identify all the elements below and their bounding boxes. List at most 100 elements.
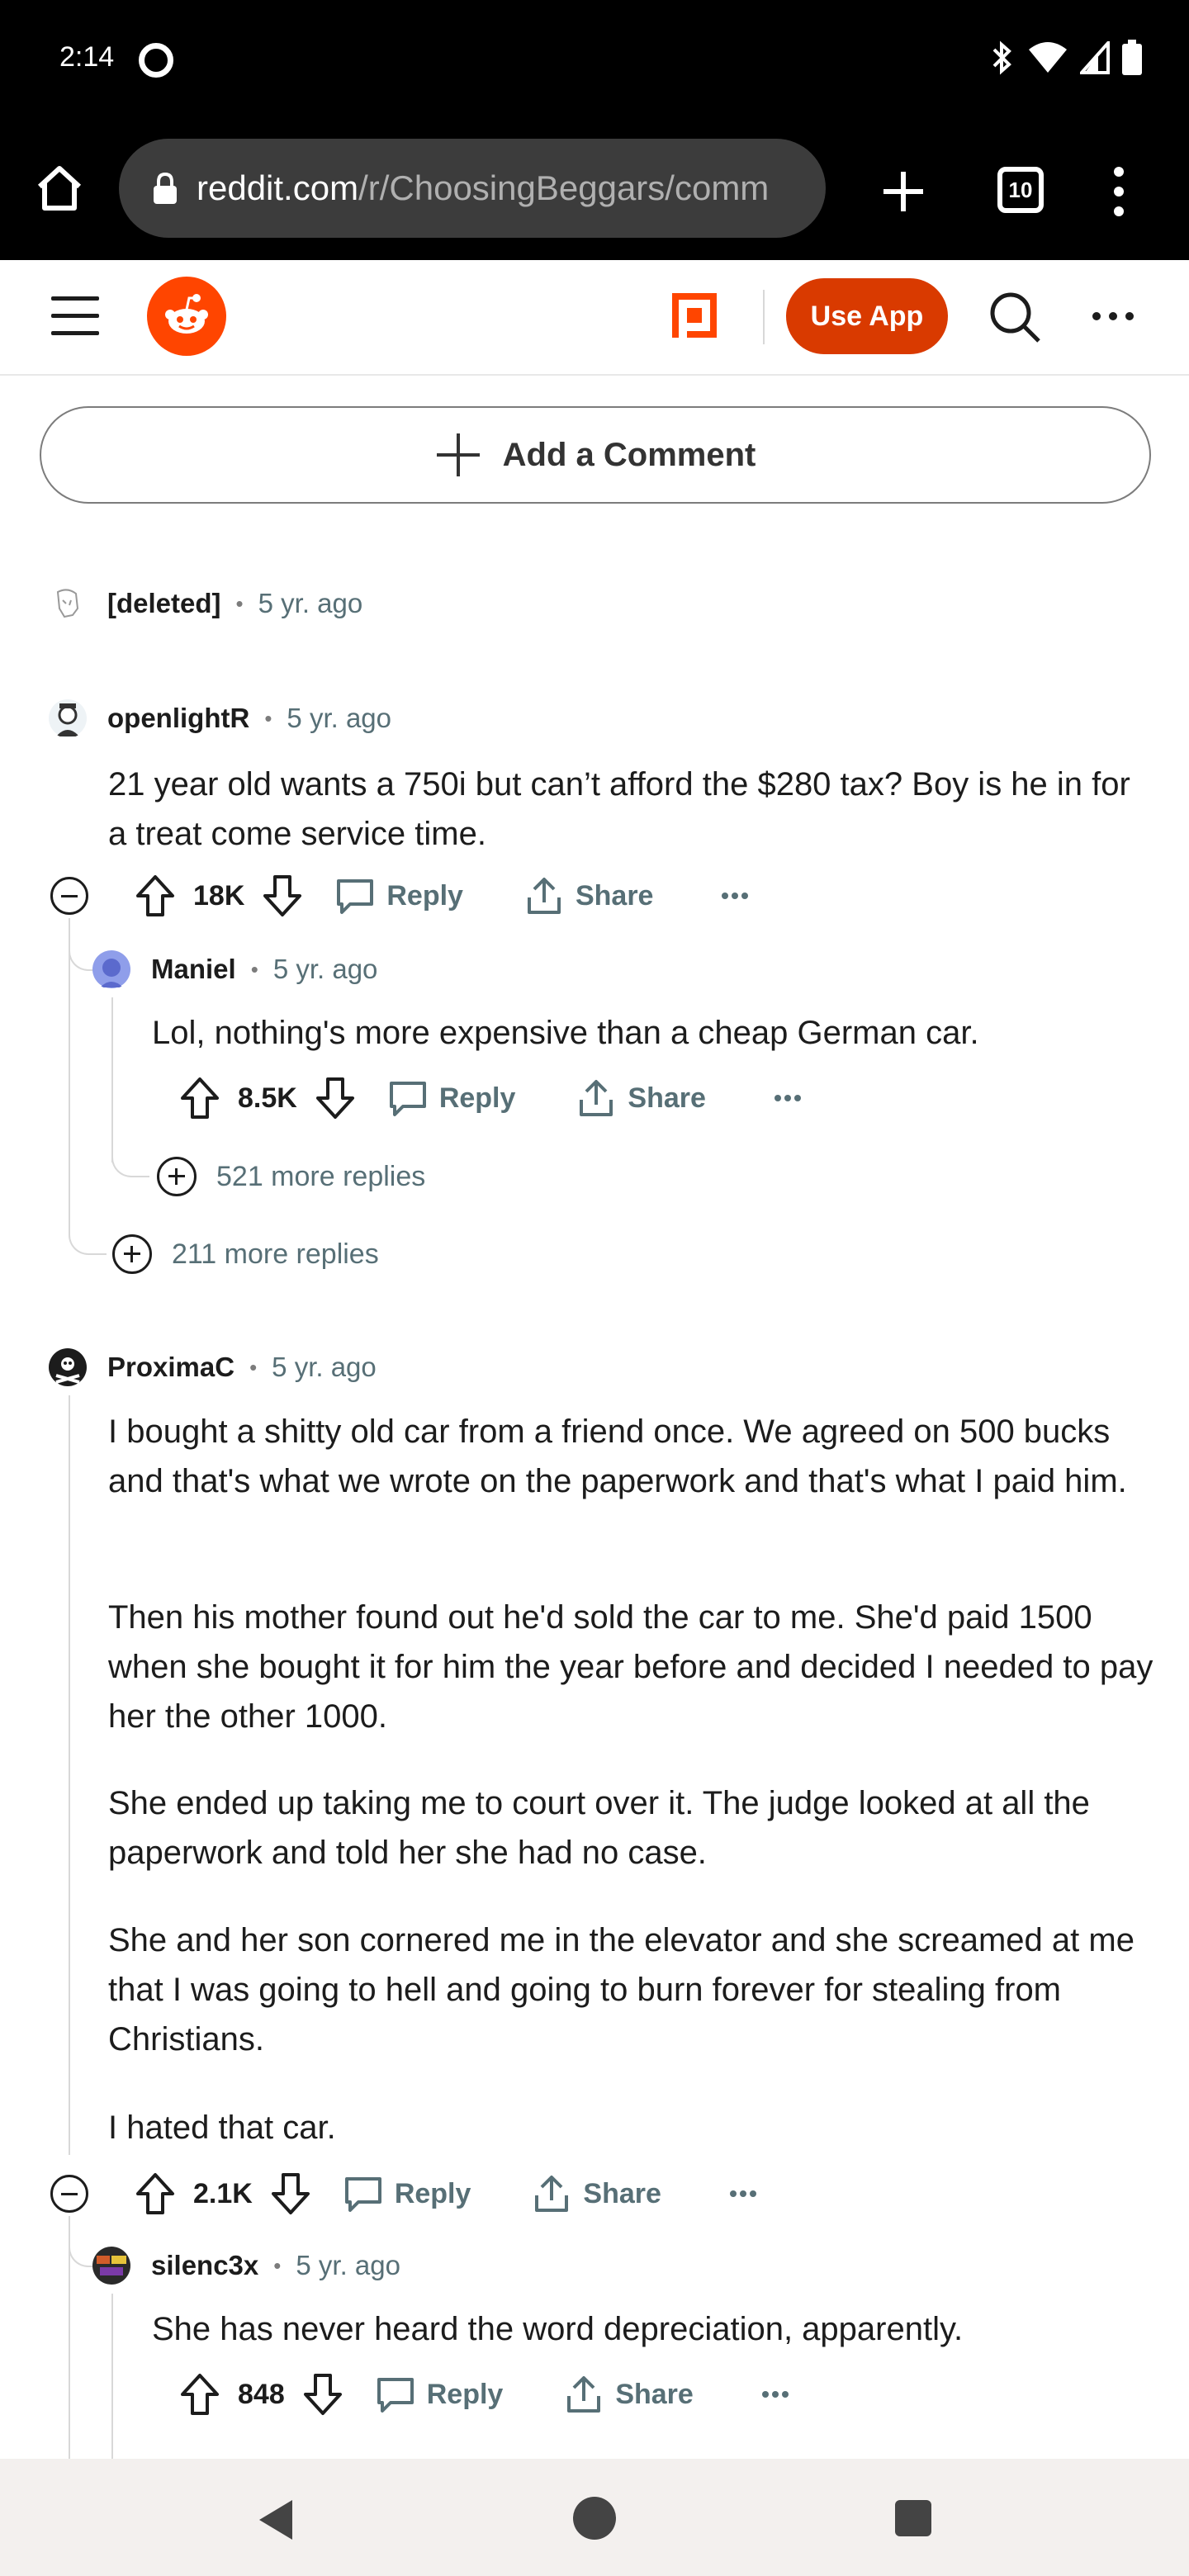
url-path: /r/ChoosingBeggars/comm	[358, 168, 770, 207]
share-icon	[527, 878, 561, 914]
comment-author[interactable]: [deleted]	[107, 588, 221, 619]
vote-score: 848	[238, 2378, 285, 2410]
address-bar[interactable]: reddit.com/r/ChoosingBeggars/comm	[119, 139, 826, 238]
share-icon	[535, 2176, 569, 2212]
new-tab-plus-icon[interactable]	[879, 167, 928, 216]
reply-icon	[337, 879, 374, 914]
status-time: 2:14	[59, 41, 115, 73]
home-icon[interactable]	[33, 162, 86, 215]
vote-score: 2.1K	[193, 2177, 253, 2209]
share-icon	[567, 2376, 601, 2413]
battery-icon	[1122, 40, 1142, 75]
back-nav-icon[interactable]	[256, 2498, 296, 2541]
comment-header: Maniel • 5 yr. ago	[92, 949, 377, 989]
comment-more-icon[interactable]	[729, 2190, 757, 2198]
browser-menu-icon[interactable]	[1106, 165, 1131, 218]
share-button[interactable]: Share	[564, 2375, 694, 2414]
thread-curve	[69, 1205, 107, 1255]
hamburger-menu-icon[interactable]	[51, 296, 99, 336]
share-button[interactable]: Share	[576, 1078, 706, 1118]
share-label: Share	[575, 879, 654, 912]
tab-switcher-button[interactable]: 10	[997, 167, 1044, 213]
vote-score: 8.5K	[238, 1082, 297, 1114]
add-comment-button[interactable]: Add a Comment	[40, 406, 1151, 504]
comment-age: 5 yr. ago	[296, 2250, 400, 2280]
search-icon[interactable]	[988, 290, 1042, 344]
comment-more-icon[interactable]	[774, 1094, 802, 1102]
comment-paragraph: I hated that car.	[108, 2110, 336, 2146]
reply-button[interactable]: Reply	[335, 876, 463, 916]
comment-actions: 848 Reply Share	[180, 2370, 789, 2419]
downvote-icon[interactable]	[315, 1077, 355, 1120]
reply-icon	[377, 2378, 414, 2413]
comment-age: 5 yr. ago	[272, 954, 378, 984]
comment-body: Lol, nothing's more expensive than a che…	[152, 1015, 979, 1051]
use-app-button[interactable]: Use App	[786, 278, 948, 354]
share-button[interactable]: Share	[532, 2174, 661, 2214]
user-avatar-icon	[49, 1348, 87, 1386]
reply-icon	[344, 2177, 381, 2212]
comment-actions: 2.1K Reply Share	[135, 2169, 757, 2218]
share-icon	[580, 1080, 613, 1116]
more-replies-label: 521 more replies	[216, 1160, 426, 1192]
collapse-thread-icon[interactable]	[50, 2175, 88, 2213]
reply-button[interactable]: Reply	[388, 1078, 516, 1118]
popular-icon[interactable]	[669, 290, 720, 341]
url-domain: reddit.com	[197, 168, 359, 207]
comment-paragraph: Then his mother found out he'd sold the …	[108, 1599, 1153, 1735]
comment-author[interactable]: silenc3x	[151, 2250, 258, 2281]
comment-paragraph: She ended up taking me to court over it.…	[108, 1785, 1090, 1871]
share-label: Share	[615, 2378, 694, 2410]
comment-author[interactable]: openlightR	[107, 703, 249, 734]
thread-line	[111, 997, 113, 1163]
home-nav-icon[interactable]	[573, 2497, 616, 2540]
thread-line	[69, 918, 70, 1232]
thread-curve	[69, 925, 93, 971]
comment-more-icon[interactable]	[761, 2390, 789, 2398]
comment-actions: 8.5K Reply Share	[180, 1073, 802, 1123]
upvote-icon[interactable]	[135, 874, 175, 917]
more-replies-label: 211 more replies	[172, 1238, 379, 1270]
comment-age: 5 yr. ago	[287, 703, 392, 733]
downvote-icon[interactable]	[303, 2373, 343, 2416]
reddit-logo-icon[interactable]	[147, 277, 226, 356]
comment-more-icon[interactable]	[721, 892, 749, 900]
comment-age: 5 yr. ago	[272, 1352, 377, 1382]
upvote-icon[interactable]	[135, 2172, 175, 2215]
reddit-header: Use App	[0, 260, 1189, 376]
downvote-icon[interactable]	[263, 874, 302, 917]
more-replies-button[interactable]: 521 more replies	[157, 1157, 425, 1196]
bluetooth-icon	[992, 40, 1011, 75]
comment-author[interactable]: ProximaC	[107, 1352, 234, 1383]
plus-icon	[436, 433, 480, 476]
user-avatar-icon	[49, 699, 87, 737]
reply-button[interactable]: Reply	[376, 2375, 503, 2414]
vote-score: 18K	[193, 879, 245, 912]
more-replies-button[interactable]: 211 more replies	[112, 1234, 379, 1274]
sync-status-icon	[139, 43, 173, 78]
add-comment-label: Add a Comment	[502, 436, 756, 473]
comment-header: openlightR • 5 yr. ago	[48, 698, 391, 738]
cellular-signal-icon	[1080, 41, 1110, 74]
reply-icon	[389, 1082, 426, 1116]
downvote-icon[interactable]	[271, 2172, 310, 2215]
comment-author[interactable]: Maniel	[151, 954, 236, 985]
recents-nav-icon[interactable]	[895, 2500, 931, 2536]
status-bar: 2:14	[0, 0, 1189, 124]
browser-toolbar: reddit.com/r/ChoosingBeggars/comm 10	[0, 124, 1189, 260]
comment-actions: 18K Reply Share	[135, 871, 749, 921]
comment-header: silenc3x • 5 yr. ago	[92, 2246, 400, 2285]
collapse-thread-icon[interactable]	[50, 877, 88, 915]
reply-button[interactable]: Reply	[343, 2174, 471, 2214]
comment-header: ProximaC • 5 yr. ago	[48, 1347, 377, 1387]
upvote-icon[interactable]	[180, 1077, 220, 1120]
snoo-icon	[165, 294, 208, 334]
deleted-user-avatar-icon	[49, 585, 87, 623]
reply-label: Reply	[438, 1082, 516, 1114]
comment-paragraph: She and her son cornered me in the eleva…	[108, 1922, 1135, 2057]
android-nav-bar	[0, 2459, 1189, 2576]
share-button[interactable]: Share	[524, 876, 654, 916]
more-options-icon[interactable]	[1092, 310, 1135, 323]
reply-label: Reply	[386, 879, 463, 912]
upvote-icon[interactable]	[180, 2373, 220, 2416]
